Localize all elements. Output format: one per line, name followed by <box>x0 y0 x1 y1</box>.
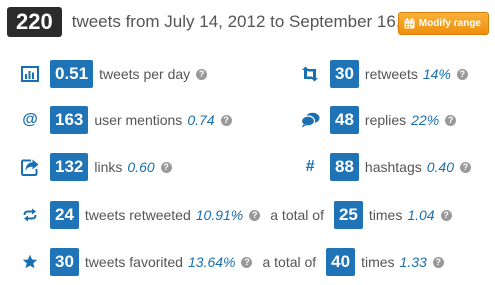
bar-chart-icon <box>20 64 40 84</box>
tweets-favorited-percent: 13.64% <box>187 254 236 270</box>
links-value: 132 <box>50 153 89 181</box>
stat-tweets-favorited: 30 tweets favorited 13.64% ? a total of … <box>20 248 444 276</box>
hash-icon: # <box>305 158 315 175</box>
star-icon <box>20 252 40 272</box>
tweets-per-day-value: 0.51 <box>50 60 94 88</box>
help-icon[interactable]: ? <box>196 68 208 80</box>
retweets-percent: 14% <box>422 66 451 82</box>
share-icon <box>20 157 40 177</box>
stat-hashtags: # 88 hashtags 0.40 ? <box>300 153 471 181</box>
tweets-favorited-label: tweets favorited <box>84 254 183 270</box>
user-mentions-ratio: 0.74 <box>187 112 215 128</box>
favorited-total-value: 40 <box>326 248 356 276</box>
tweets-retweeted-percent: 10.91% <box>195 207 244 223</box>
retweeted-total-value: 25 <box>333 201 363 229</box>
stat-tweets-per-day: 0.51 tweets per day ? <box>20 60 208 88</box>
retweet-small-icon <box>20 205 40 225</box>
stat-replies: 48 replies 22% ? <box>300 106 457 134</box>
total-label: a total of <box>262 254 317 270</box>
modify-range-label: Modify range <box>418 18 481 29</box>
times-label: times <box>361 254 395 270</box>
retweets-value: 30 <box>330 60 359 88</box>
help-icon[interactable]: ? <box>160 161 172 173</box>
replies-value: 48 <box>330 106 359 134</box>
help-icon[interactable]: ? <box>241 256 253 268</box>
hashtags-value: 88 <box>330 153 359 181</box>
user-mentions-label: user mentions <box>94 112 183 128</box>
tweets-per-day-label: tweets per day <box>99 66 191 82</box>
tweets-favorited-value: 30 <box>50 248 79 276</box>
retweeted-times-ratio: 1.04 <box>407 207 435 223</box>
retweets-label: retweets <box>364 66 418 82</box>
help-icon[interactable]: ? <box>460 161 471 173</box>
retweet-icon <box>300 64 320 84</box>
replies-percent: 22% <box>411 112 440 128</box>
total-label: a total of <box>270 207 324 223</box>
date-range-text: tweets from July 14, 2012 to September 1… <box>72 12 449 32</box>
speech-bubbles-icon <box>300 110 320 130</box>
stat-tweets-retweeted: 24 tweets retweeted 10.91% ? a total of … <box>20 201 452 229</box>
stat-retweets: 30 retweets 14% ? <box>300 60 468 88</box>
help-icon[interactable]: ? <box>445 114 457 126</box>
user-mentions-value: 163 <box>50 106 89 134</box>
header: 220 tweets from July 14, 2012 to Septemb… <box>7 6 489 38</box>
hashtags-label: hashtags <box>364 159 422 175</box>
date-range-label: tweets from July 14, 2012 to September 1… <box>71 12 444 31</box>
links-label: links <box>94 159 123 175</box>
help-icon[interactable]: ? <box>432 256 444 268</box>
favorited-times-ratio: 1.33 <box>399 254 427 270</box>
stat-user-mentions: @ 163 user mentions 0.74 ? <box>20 106 232 134</box>
tweets-retweeted-label: tweets retweeted <box>84 207 191 223</box>
help-icon[interactable]: ? <box>249 209 261 221</box>
stat-links: 132 links 0.60 ? <box>20 153 172 181</box>
help-icon[interactable]: ? <box>220 114 232 126</box>
tweets-retweeted-value: 24 <box>50 201 79 229</box>
links-ratio: 0.60 <box>127 159 155 175</box>
hashtags-ratio: 0.40 <box>426 159 454 175</box>
help-icon[interactable]: ? <box>456 68 468 80</box>
help-icon[interactable]: ? <box>440 209 452 221</box>
modify-range-button[interactable]: Modify range <box>397 12 489 35</box>
calendar-icon <box>404 18 415 29</box>
total-tweets-badge: 220 <box>7 7 62 37</box>
times-label: times <box>368 207 403 223</box>
at-sign-icon: @ <box>22 111 38 128</box>
replies-label: replies <box>364 112 407 128</box>
